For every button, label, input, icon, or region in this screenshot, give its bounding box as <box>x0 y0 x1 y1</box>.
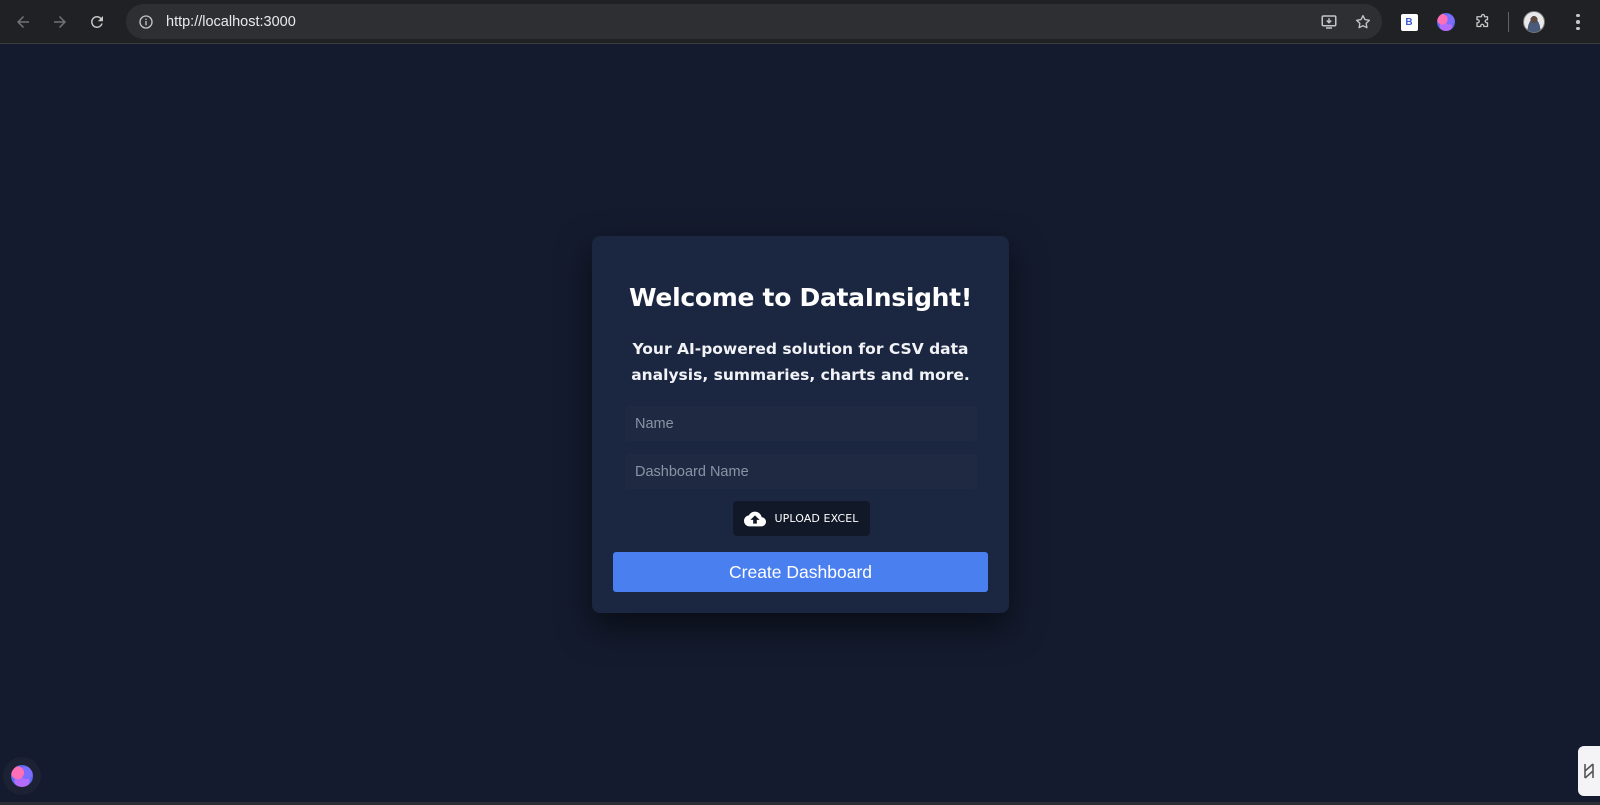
dashboard-name-input[interactable] <box>625 454 977 489</box>
forward-button[interactable] <box>45 7 75 37</box>
b-extension-button[interactable]: B <box>1394 7 1424 37</box>
upload-excel-button[interactable]: UPLOAD EXCEL <box>733 501 870 536</box>
omnibox-actions <box>1316 4 1376 39</box>
browser-toolbar: http://localhost:3000 B <box>0 0 1600 44</box>
address-bar[interactable]: http://localhost:3000 <box>126 4 1382 39</box>
arrow-left-icon <box>17 16 29 28</box>
profile-button[interactable] <box>1519 7 1549 37</box>
welcome-subtitle: Your AI-powered solution for CSV data an… <box>631 340 970 384</box>
brain-extension-icon <box>1437 13 1455 31</box>
brain-extension-button[interactable] <box>1431 7 1461 37</box>
info-circle-icon <box>139 14 153 29</box>
reload-button[interactable] <box>82 7 112 37</box>
side-panel-icon <box>1584 763 1594 779</box>
back-button[interactable] <box>8 7 38 37</box>
bookmark-star-icon <box>1355 14 1371 28</box>
side-panel-tab[interactable] <box>1578 746 1600 796</box>
extensions-button[interactable] <box>1468 7 1498 37</box>
puzzle-extensions-icon <box>1476 13 1489 28</box>
welcome-title: Welcome to DataInsight! <box>629 283 972 312</box>
cloud-upload-icon <box>744 511 767 526</box>
toolbar-divider <box>1508 12 1509 32</box>
site-info-button[interactable] <box>130 6 162 38</box>
floating-assistant-button[interactable] <box>3 757 41 795</box>
install-app-icon <box>1321 14 1337 29</box>
upload-excel-label: UPLOAD EXCEL <box>774 512 859 525</box>
welcome-card: Welcome to DataInsight! Your AI-powered … <box>592 236 1009 613</box>
reload-icon <box>91 16 103 28</box>
install-app-button[interactable] <box>1316 9 1342 35</box>
kebab-menu-icon <box>1576 13 1580 31</box>
bookmark-button[interactable] <box>1350 9 1376 35</box>
url-text[interactable]: http://localhost:3000 <box>166 14 296 30</box>
name-input[interactable] <box>625 406 977 441</box>
brain-icon <box>11 765 33 787</box>
arrow-right-icon <box>54 16 66 28</box>
browser-menu-button[interactable] <box>1563 7 1593 37</box>
b-extension-icon: B <box>1400 13 1418 31</box>
create-dashboard-button[interactable]: Create Dashboard <box>613 552 988 592</box>
profile-avatar <box>1523 11 1545 33</box>
extensions-area: B <box>1394 7 1593 37</box>
